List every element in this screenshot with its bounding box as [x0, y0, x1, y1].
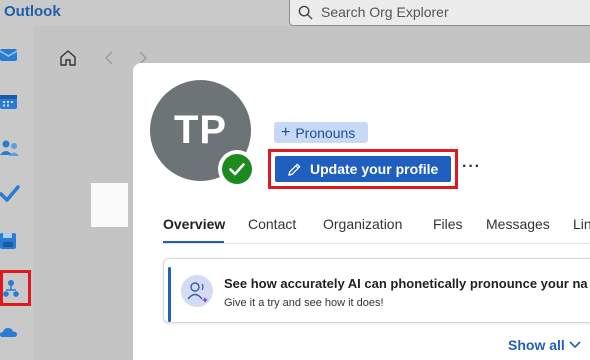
save-icon[interactable] [0, 231, 20, 251]
people-icon[interactable] [0, 138, 20, 158]
home-icon[interactable] [59, 49, 77, 67]
search-box[interactable]: Search Org Explorer [289, 0, 590, 26]
calendar-icon[interactable] [0, 92, 20, 112]
back-arrow-icon[interactable] [102, 50, 116, 66]
tab-contact[interactable]: Contact [248, 216, 296, 232]
tab-organization[interactable]: Organization [323, 216, 402, 232]
profile-tabs: Overview Contact Organization Files Mess… [163, 216, 590, 244]
banner-accent-bar [168, 267, 171, 322]
app-rail [0, 26, 33, 360]
search-icon [298, 5, 313, 20]
show-all-link[interactable]: Show all [508, 337, 581, 353]
ai-pronunciation-banner[interactable]: See how accurately AI can phonetically p… [163, 258, 590, 323]
pronouns-label: Pronouns [295, 124, 356, 141]
avatar-initials: TP [173, 108, 228, 152]
rail-highlight-box [0, 270, 31, 306]
mail-icon[interactable] [0, 45, 20, 65]
tabs-divider [161, 243, 590, 244]
tab-linkedin[interactable]: Lin [573, 216, 590, 232]
tab-overview[interactable]: Overview [163, 216, 225, 232]
app-title: Outlook [4, 3, 61, 20]
panel-fragment [91, 183, 128, 227]
todo-icon[interactable] [0, 184, 20, 204]
tab-messages[interactable]: Messages [486, 216, 550, 232]
banner-title: See how accurately AI can phonetically p… [224, 276, 588, 291]
top-bar: Outlook Search Org Explorer [0, 0, 590, 26]
update-profile-highlight: Update your profile [268, 149, 458, 189]
ai-voice-icon [181, 275, 213, 307]
plus-icon: + [281, 123, 291, 141]
search-input[interactable]: Search Org Explorer [321, 4, 449, 20]
show-all-label: Show all [508, 337, 565, 353]
onedrive-icon[interactable] [0, 323, 20, 343]
update-profile-label: Update your profile [310, 161, 439, 177]
banner-subtitle: Give it a try and see how it does! [224, 297, 384, 309]
add-pronouns-button[interactable]: + Pronouns [274, 122, 368, 143]
pencil-icon [288, 163, 301, 176]
more-options-button[interactable]: ··· [462, 158, 481, 176]
tab-files[interactable]: Files [433, 216, 463, 232]
presence-available-icon [222, 154, 252, 184]
chevron-down-icon [569, 341, 581, 349]
checkmark-icon [229, 163, 245, 176]
update-profile-button[interactable]: Update your profile [275, 156, 451, 182]
presence-badge [218, 150, 256, 188]
